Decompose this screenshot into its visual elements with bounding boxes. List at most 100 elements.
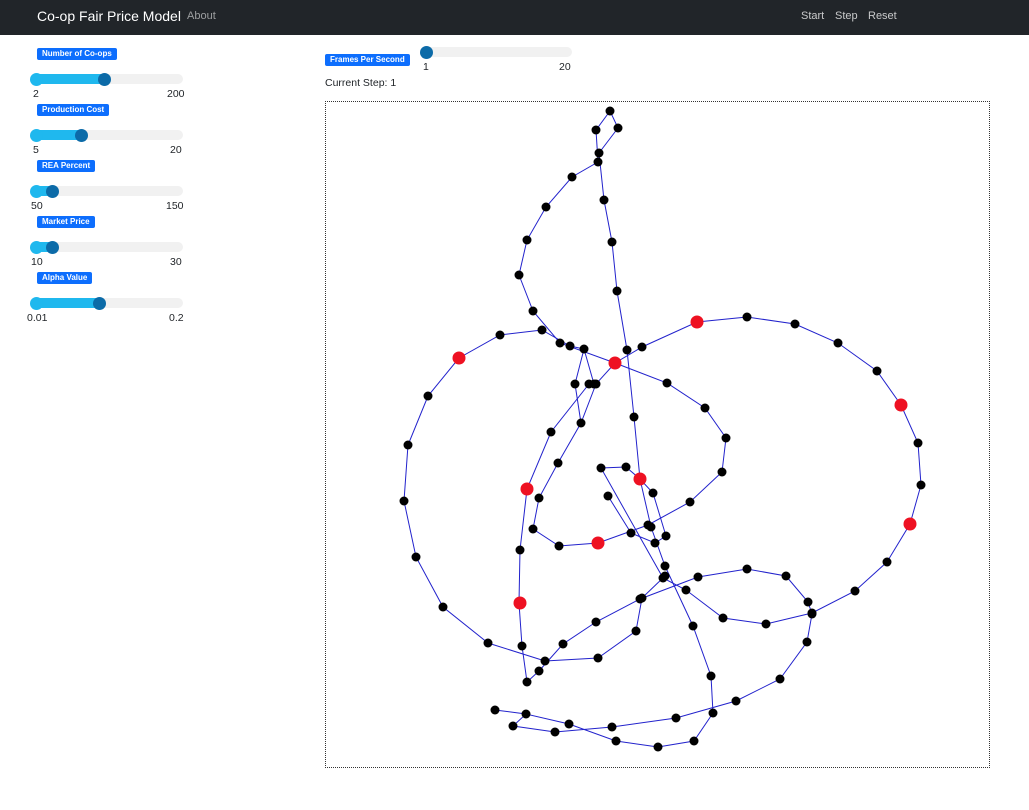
- market-price-label: Market Price: [37, 216, 95, 228]
- coop-node: [483, 638, 493, 648]
- coop-node: [717, 467, 727, 477]
- coop-node: [761, 619, 771, 629]
- num-coops-slider[interactable]: [30, 72, 183, 86]
- coop-node: [534, 666, 544, 676]
- production-cost-slider-handle[interactable]: [74, 128, 88, 142]
- coop-node: [790, 319, 800, 329]
- highlighted-coop-node: [608, 356, 622, 370]
- coop-node: [850, 586, 860, 596]
- coop-node: [693, 572, 703, 582]
- production-cost-max: 20: [170, 144, 182, 156]
- highlighted-coop-node: [903, 517, 917, 531]
- coop-node: [591, 617, 601, 627]
- highlighted-coop-node: [452, 351, 466, 365]
- coop-node: [660, 561, 670, 571]
- coop-node: [534, 493, 544, 503]
- coop-node: [550, 727, 560, 737]
- coop-node: [605, 106, 615, 116]
- coop-node: [661, 531, 671, 541]
- rea-percent-slider-handle[interactable]: [45, 184, 59, 198]
- coop-node: [913, 438, 923, 448]
- coop-node: [570, 379, 580, 389]
- coop-node: [553, 458, 563, 468]
- coop-node: [629, 412, 639, 422]
- coop-node: [591, 125, 601, 135]
- coop-node: [596, 463, 606, 473]
- coop-node: [403, 440, 413, 450]
- app-brand[interactable]: Co-op Fair Price Model: [37, 8, 181, 24]
- network-edge: [494, 709, 527, 715]
- coop-node: [599, 195, 609, 205]
- market-price-slider-handle[interactable]: [45, 240, 59, 254]
- fps-slider[interactable]: [419, 45, 572, 59]
- highlighted-coop-node: [894, 398, 908, 412]
- network-edge: [403, 110, 813, 748]
- coop-node: [662, 378, 672, 388]
- coop-node: [681, 585, 691, 595]
- market-price-min: 10: [31, 256, 43, 268]
- num-coops-label: Number of Co-ops: [37, 48, 117, 60]
- coop-node: [495, 330, 505, 340]
- production-cost-slider-min-handle: [30, 128, 43, 142]
- coop-node: [637, 342, 647, 352]
- coop-node: [631, 626, 641, 636]
- rea-percent-slider[interactable]: [30, 184, 183, 198]
- alpha-value-slider-handle[interactable]: [92, 296, 106, 310]
- coop-node: [540, 656, 550, 666]
- coop-node: [882, 557, 892, 567]
- coop-node: [802, 637, 812, 647]
- start-button[interactable]: Start: [801, 10, 824, 22]
- coop-node: [731, 696, 741, 706]
- alpha-value-label: Alpha Value: [37, 272, 93, 284]
- coop-node: [689, 736, 699, 746]
- coop-node: [833, 338, 843, 348]
- reset-button[interactable]: Reset: [868, 10, 897, 22]
- alpha-value-min: 0.01: [27, 312, 48, 324]
- market-price-slider[interactable]: [30, 240, 183, 254]
- alpha-value-slider-min-handle: [30, 296, 43, 310]
- production-cost-min: 5: [33, 144, 39, 156]
- coop-node: [558, 639, 568, 649]
- alpha-value-slider[interactable]: [30, 296, 183, 310]
- coop-node: [522, 235, 532, 245]
- coop-node: [546, 427, 556, 437]
- coop-node: [613, 123, 623, 133]
- coop-node: [528, 306, 538, 316]
- coop-node: [872, 366, 882, 376]
- coop-node: [411, 552, 421, 562]
- coop-node: [528, 524, 538, 534]
- coop-node: [593, 653, 603, 663]
- coop-node: [622, 345, 632, 355]
- fps-min: 1: [423, 61, 429, 73]
- highlighted-coop-node: [513, 596, 527, 610]
- navbar: Co-op Fair Price Model About Start Step …: [0, 0, 1029, 35]
- coop-node: [438, 602, 448, 612]
- coop-node: [648, 488, 658, 498]
- production-cost-slider[interactable]: [30, 128, 183, 142]
- about-link[interactable]: About: [187, 10, 216, 22]
- coop-node: [742, 312, 752, 322]
- coop-node: [576, 418, 586, 428]
- rea-percent-max: 150: [166, 200, 184, 212]
- coop-node: [565, 341, 575, 351]
- rea-percent-label: REA Percent: [37, 160, 96, 172]
- coop-node: [706, 671, 716, 681]
- coop-node: [781, 571, 791, 581]
- fps-label: Frames Per Second: [325, 54, 410, 66]
- network-canvas[interactable]: [325, 101, 990, 768]
- coop-node: [521, 709, 531, 719]
- coop-node: [685, 497, 695, 507]
- fps-slider-handle[interactable]: [419, 45, 433, 59]
- coop-node: [564, 719, 574, 729]
- coop-node: [554, 541, 564, 551]
- coop-node: [537, 325, 547, 335]
- network-graph: [399, 106, 926, 752]
- coop-node: [700, 403, 710, 413]
- coop-node: [611, 736, 621, 746]
- coop-node: [653, 742, 663, 752]
- fps-max: 20: [559, 61, 571, 73]
- coop-node: [775, 674, 785, 684]
- num-coops-slider-handle[interactable]: [97, 72, 111, 86]
- coop-node: [721, 433, 731, 443]
- step-button[interactable]: Step: [835, 10, 858, 22]
